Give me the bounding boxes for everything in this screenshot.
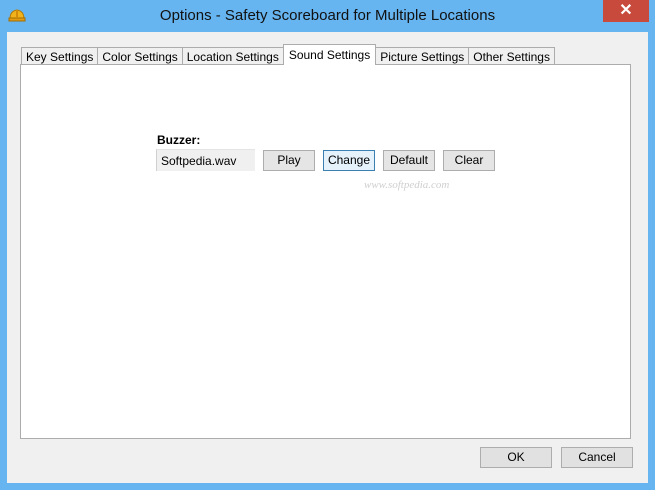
tab-color-settings[interactable]: Color Settings [97, 47, 183, 65]
ok-button[interactable]: OK [480, 447, 552, 468]
play-button[interactable]: Play [263, 150, 315, 171]
tab-location-settings[interactable]: Location Settings [181, 47, 284, 65]
tab-key-settings[interactable]: Key Settings [21, 47, 99, 65]
tab-sound-settings[interactable]: Sound Settings [282, 44, 377, 65]
title-bar[interactable]: Options - Safety Scoreboard for Multiple… [0, 0, 655, 32]
tab-strip: Key Settings Color Settings Location Set… [21, 44, 555, 65]
change-button[interactable]: Change [323, 150, 375, 171]
window-title: Options - Safety Scoreboard for Multiple… [159, 7, 496, 24]
sound-settings-panel: Buzzer: Play Change Default Clear www.so… [20, 64, 631, 439]
default-button[interactable]: Default [383, 150, 435, 171]
options-window: Options - Safety Scoreboard for Multiple… [0, 0, 655, 490]
cancel-button[interactable]: Cancel [561, 447, 633, 468]
tab-picture-settings[interactable]: Picture Settings [375, 47, 470, 65]
clear-button[interactable]: Clear [443, 150, 495, 171]
close-button[interactable]: ✕ [603, 0, 649, 22]
buzzer-label: Buzzer: [157, 133, 201, 147]
buzzer-file-field[interactable] [156, 149, 255, 171]
softpedia-watermark: www.softpedia.com [364, 179, 450, 191]
dialog-body: Key Settings Color Settings Location Set… [7, 32, 648, 483]
tab-other-settings[interactable]: Other Settings [468, 47, 555, 65]
